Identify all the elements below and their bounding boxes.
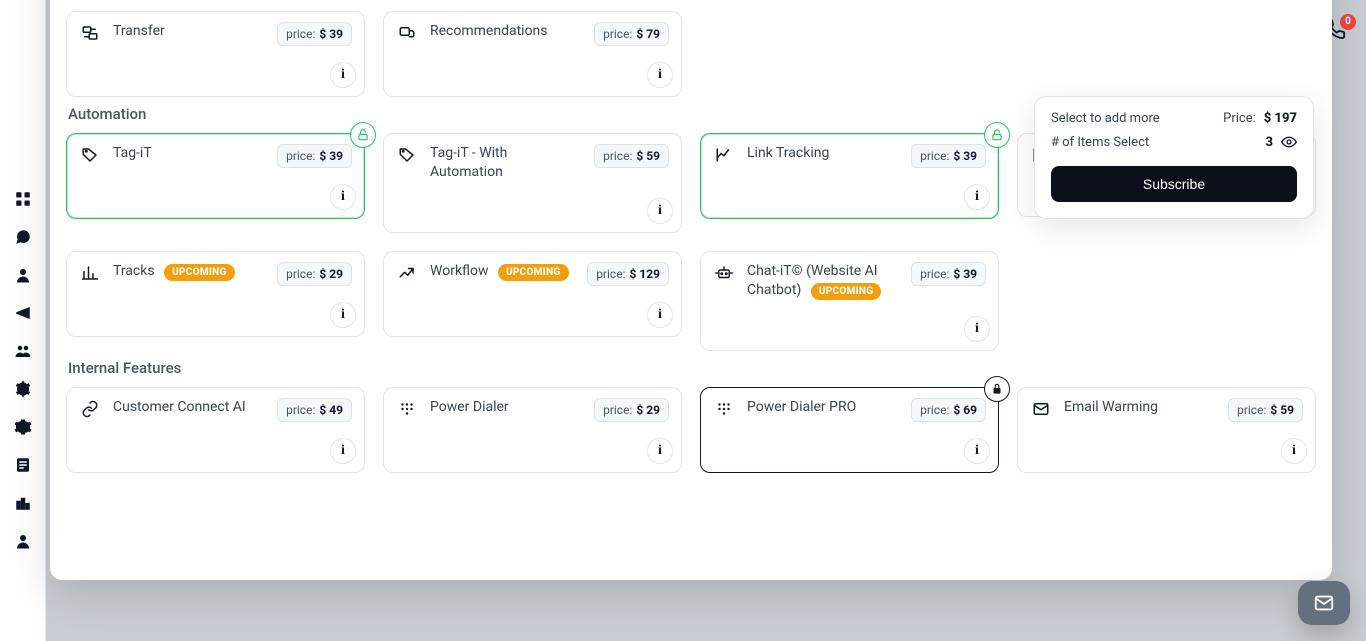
- info-icon[interactable]: i: [964, 184, 990, 210]
- unlock-icon: [350, 122, 376, 148]
- card-transfer[interactable]: Transfer price: $ 39 i: [66, 11, 365, 97]
- upcoming-badge: UPCOMING: [811, 283, 882, 301]
- card-email-warming[interactable]: Email Warming price: $ 59 i: [1017, 387, 1316, 473]
- tag-icon: [79, 144, 101, 166]
- card-cca[interactable]: Customer Connect AI price: $ 49 i: [66, 387, 365, 473]
- price-badge: price: $ 39: [911, 144, 986, 168]
- card-title: Recommendations: [430, 22, 582, 41]
- card-dialer-pro[interactable]: Power Dialer PRO price: $ 69 i: [700, 387, 999, 473]
- upcoming-badge: UPCOMING: [164, 264, 235, 282]
- chat-launcher[interactable]: [1298, 581, 1350, 625]
- summary-items-label: # of Items Select: [1051, 135, 1149, 150]
- info-icon[interactable]: i: [330, 438, 356, 464]
- price-badge: price: $ 79: [594, 22, 669, 46]
- price-badge: price: $ 129: [587, 262, 669, 286]
- envelope-icon: [1030, 398, 1052, 420]
- phone-badge: 0: [1340, 14, 1356, 30]
- info-icon[interactable]: i: [964, 316, 990, 342]
- card-title: Link Tracking: [747, 144, 899, 163]
- price-badge: price: $ 59: [594, 144, 669, 168]
- dialpad-icon: [713, 398, 735, 420]
- price-badge: price: $ 49: [277, 398, 352, 422]
- unlock-icon: [984, 122, 1010, 148]
- dialpad-icon: [396, 398, 418, 420]
- card-dialer[interactable]: Power Dialer price: $ 29 i: [383, 387, 682, 473]
- card-link-tracking[interactable]: Link Tracking price: $ 39 i: [700, 133, 999, 219]
- card-title: Customer Connect AI: [113, 398, 265, 417]
- section-automation-row-2: Tracks UPCOMING price: $ 29 i Workflow U…: [66, 251, 1316, 351]
- card-tracks[interactable]: Tracks UPCOMING price: $ 29 i: [66, 251, 365, 337]
- card-title: Transfer: [113, 22, 265, 41]
- info-icon[interactable]: i: [647, 198, 673, 224]
- sidebar-item-team[interactable]: [0, 332, 46, 370]
- section-top-row-2: Transfer price: $ 39 i Recommendations p…: [66, 11, 1316, 97]
- card-title: Tag-iT: [113, 144, 265, 163]
- card-title: Power Dialer: [430, 398, 582, 417]
- price-badge: price: $ 39: [277, 22, 352, 46]
- transfer-icon: [79, 22, 101, 44]
- robot-icon: [713, 262, 735, 284]
- sidebar: [0, 0, 46, 641]
- summary-items-value: 3: [1266, 135, 1274, 150]
- card-recommendations[interactable]: Recommendations price: $ 79 i: [383, 11, 682, 97]
- sidebar-item-broadcast[interactable]: [0, 294, 46, 332]
- price-badge: price: $ 29: [594, 398, 669, 422]
- info-icon[interactable]: i: [330, 184, 356, 210]
- sidebar-item-messages[interactable]: [0, 218, 46, 256]
- card-title: Email Warming: [1064, 398, 1216, 417]
- sidebar-item-profile[interactable]: [0, 522, 46, 560]
- recommendations-icon: [396, 22, 418, 44]
- card-workflow[interactable]: Workflow UPCOMING price: $ 129 i: [383, 251, 682, 337]
- summary-price-value: $ 197: [1264, 111, 1297, 126]
- price-badge: price: $ 69: [911, 398, 986, 422]
- tag-icon: [396, 144, 418, 166]
- sidebar-item-org[interactable]: [0, 484, 46, 522]
- bars-icon: [79, 262, 101, 284]
- info-icon[interactable]: i: [1281, 438, 1307, 464]
- info-icon[interactable]: i: [647, 302, 673, 328]
- card-title: Tracks UPCOMING: [113, 262, 265, 282]
- price-badge: price: $ 29: [277, 262, 352, 286]
- info-icon[interactable]: i: [964, 438, 990, 464]
- sidebar-item-settings[interactable]: [0, 408, 46, 446]
- sidebar-item-automations[interactable]: [0, 370, 46, 408]
- info-icon[interactable]: i: [330, 302, 356, 328]
- link-icon: [79, 398, 101, 420]
- price-badge: price: $ 39: [277, 144, 352, 168]
- info-icon[interactable]: i: [330, 62, 356, 88]
- plan-modal: i i i i Transfer price: $ 39 i: [50, 0, 1332, 580]
- summary-select-label: Select to add more: [1051, 111, 1160, 126]
- card-chatit[interactable]: Chat-iT© (Website AI Chatbot) UPCOMING p…: [700, 251, 999, 351]
- sidebar-item-dashboard[interactable]: [0, 180, 46, 218]
- lock-icon: [984, 376, 1010, 402]
- summary-price-label: Price:: [1223, 111, 1256, 126]
- subscribe-button[interactable]: Subscribe: [1051, 166, 1297, 202]
- trending-up-icon: [396, 262, 418, 284]
- section-internal: Customer Connect AI price: $ 49 i Power …: [66, 387, 1316, 473]
- card-title: Power Dialer PRO: [747, 398, 899, 417]
- card-title: Chat-iT© (Website AI Chatbot) UPCOMING: [747, 262, 899, 300]
- card-title: Tag-iT - With Automation: [430, 144, 582, 182]
- summary-panel: Select to add more Price: $ 197 # of Ite…: [1034, 96, 1314, 219]
- section-title-internal: Internal Features: [68, 359, 1316, 377]
- sidebar-item-contact[interactable]: [0, 256, 46, 294]
- card-tagit[interactable]: Tag-iT price: $ 39 i: [66, 133, 365, 219]
- price-badge: price: $ 59: [1228, 398, 1303, 422]
- card-tagit-auto[interactable]: Tag-iT - With Automation price: $ 59 i: [383, 133, 682, 233]
- chart-line-icon: [713, 144, 735, 166]
- card-title: Workflow UPCOMING: [430, 262, 575, 282]
- price-badge: price: $ 39: [911, 262, 986, 286]
- info-icon[interactable]: i: [647, 438, 673, 464]
- info-icon[interactable]: i: [647, 62, 673, 88]
- eye-icon[interactable]: [1281, 134, 1297, 150]
- upcoming-badge: UPCOMING: [498, 264, 569, 282]
- sidebar-item-reports[interactable]: [0, 446, 46, 484]
